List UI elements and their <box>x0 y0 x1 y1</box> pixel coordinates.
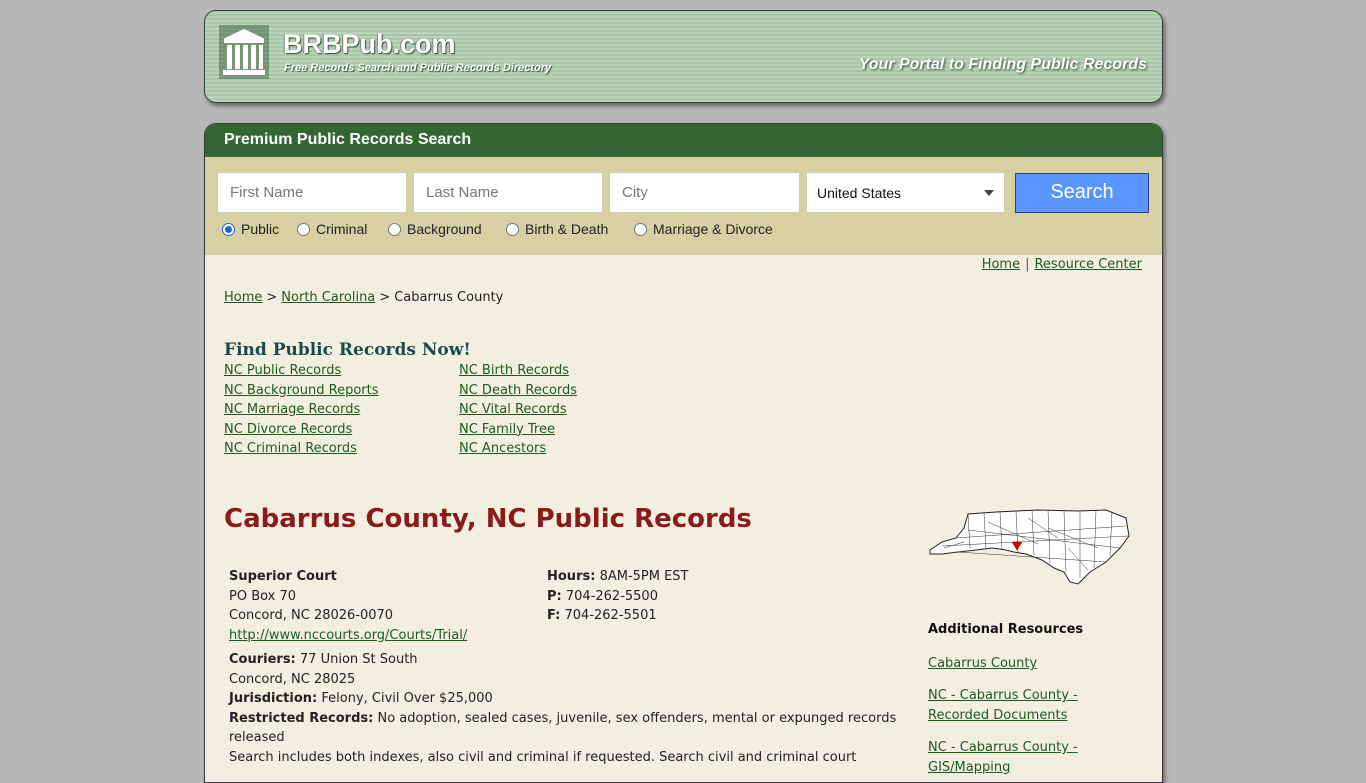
search-button[interactable]: Search <box>1015 173 1149 213</box>
record-link[interactable]: NC Vital Records <box>459 402 567 417</box>
couriers-value: 77 Union St South <box>299 652 418 667</box>
record-link[interactable]: NC Ancestors <box>459 441 546 456</box>
hours-label: Hours: <box>547 569 596 584</box>
restricted-label: Restricted Records: <box>229 710 374 726</box>
site-banner: BRBPub.com Free Records Search and Publi… <box>204 10 1163 103</box>
radio-button[interactable] <box>506 222 519 236</box>
list-item: NC Marriage Records <box>224 402 379 422</box>
radio-label: Marriage & Divorce <box>653 221 773 237</box>
fax-value: 704-262-5501 <box>564 608 657 623</box>
resource-link[interactable]: NC - Cabarrus County - GIS/Mapping <box>928 740 1078 775</box>
list-item: NC Divorce Records <box>224 422 379 442</box>
brand-subtitle: Free Records Search and Public Records D… <box>284 62 552 74</box>
additional-resources-list: Cabarrus County NC - Cabarrus County - R… <box>928 654 1128 782</box>
phone-label: P: <box>547 588 562 604</box>
country-select[interactable]: United States <box>806 172 1005 213</box>
radio-button[interactable] <box>297 222 310 236</box>
main-panel: Premium Public Records Search United Sta… <box>204 123 1163 783</box>
radio-label: Criminal <box>316 221 368 237</box>
list-item: NC - Cabarrus County - Recorded Document… <box>928 686 1128 726</box>
radio-birth-death[interactable]: Birth & Death <box>506 221 608 237</box>
list-item: NC Death Records <box>459 383 577 403</box>
court-extra-info: Couriers: 77 Union St South Concord, NC … <box>229 650 919 767</box>
link-separator: | <box>1025 257 1030 272</box>
court-address-block: Superior Court PO Box 70 Concord, NC 280… <box>229 567 529 645</box>
tagline: Your Portal to Finding Public Records <box>858 56 1147 73</box>
radio-criminal[interactable]: Criminal <box>297 221 367 237</box>
record-link[interactable]: NC Death Records <box>459 383 577 398</box>
record-link[interactable]: NC Birth Records <box>459 363 569 378</box>
sidebar: Additional Resources Cabarrus County NC … <box>928 508 1138 775</box>
record-link[interactable]: NC Background Reports <box>224 383 379 398</box>
couriers-label: Couriers: <box>229 652 296 667</box>
court-name: Superior Court <box>229 569 337 584</box>
record-link[interactable]: NC Criminal Records <box>224 441 357 456</box>
radio-label: Birth & Death <box>525 221 609 237</box>
top-links: Home | Resource Center <box>982 257 1142 272</box>
country-select-value: United States <box>817 185 902 201</box>
radio-button-checked[interactable] <box>222 222 235 236</box>
find-records-list-left: NC Public Records NC Background Reports … <box>224 363 379 461</box>
find-records-title: Find Public Records Now! <box>224 340 471 360</box>
resource-link[interactable]: Cabarrus County <box>928 656 1037 671</box>
search-heading: Premium Public Records Search <box>205 124 1162 157</box>
find-records-list-right: NC Birth Records NC Death Records NC Vit… <box>459 363 577 461</box>
additional-resources-title: Additional Resources <box>928 622 1084 637</box>
breadcrumb-state[interactable]: North Carolina <box>281 290 375 305</box>
record-link[interactable]: NC Divorce Records <box>224 422 352 437</box>
jurisdiction-label: Jurisdiction: <box>229 691 318 706</box>
record-link[interactable]: NC Family Tree <box>459 422 555 437</box>
search-note: Search includes both indexes, also civil… <box>229 749 857 765</box>
court-website-link[interactable]: http://www.nccourts.org/Courts/Trial/ <box>229 628 467 643</box>
record-link[interactable]: NC Marriage Records <box>224 402 360 417</box>
radio-button[interactable] <box>388 222 401 236</box>
breadcrumb: Home > North Carolina > Cabarrus County <box>224 290 503 305</box>
breadcrumb-separator: > <box>266 290 278 305</box>
resource-center-link[interactable]: Resource Center <box>1034 257 1142 272</box>
couriers-city: Concord, NC 28025 <box>229 671 356 687</box>
record-link[interactable]: NC Public Records <box>224 363 341 378</box>
courthouse-icon[interactable] <box>219 25 269 79</box>
radio-background[interactable]: Background <box>388 221 482 237</box>
nc-county-map-icon <box>929 509 1130 585</box>
city-input[interactable] <box>609 172 800 213</box>
jurisdiction-value: Felony, Civil Over $25,000 <box>321 691 493 706</box>
hours-value: 8AM-5PM EST <box>599 569 689 584</box>
page-title: Cabarrus County, NC Public Records <box>224 504 752 534</box>
list-item: NC Criminal Records <box>224 441 379 461</box>
radio-button[interactable] <box>634 222 647 236</box>
breadcrumb-separator: > <box>379 290 391 305</box>
list-item: NC Family Tree <box>459 422 577 442</box>
first-name-input[interactable] <box>217 172 407 213</box>
radio-label: Public <box>241 221 280 237</box>
resource-link[interactable]: NC - Cabarrus County - Recorded Document… <box>928 688 1078 723</box>
search-form: United States Search Public Criminal Bac… <box>205 157 1162 255</box>
breadcrumb-current: Cabarrus County <box>394 290 504 305</box>
brand-name[interactable]: BRBPub.com <box>283 29 456 60</box>
breadcrumb-home[interactable]: Home <box>224 290 262 305</box>
list-item: NC Birth Records <box>459 363 577 383</box>
court-address-line2: Concord, NC 28026-0070 <box>229 608 394 623</box>
list-item: NC Ancestors <box>459 441 577 461</box>
list-item: NC Public Records <box>224 363 379 383</box>
list-item: NC - Cabarrus County - GIS/Mapping <box>928 738 1128 778</box>
list-item: Cabarrus County <box>928 654 1128 674</box>
chevron-down-icon <box>984 190 994 196</box>
list-item: NC Vital Records <box>459 402 577 422</box>
list-item: NC Background Reports <box>224 383 379 403</box>
radio-public[interactable]: Public <box>222 221 279 237</box>
home-link[interactable]: Home <box>982 257 1020 272</box>
fax-label: F: <box>547 608 561 623</box>
phone-value: 704-262-5500 <box>565 588 658 604</box>
court-contact-block: Hours: 8AM-5PM EST P: 704-262-5500 F: 70… <box>547 567 847 626</box>
last-name-input[interactable] <box>413 172 603 213</box>
radio-marriage-divorce[interactable]: Marriage & Divorce <box>634 221 773 237</box>
radio-label: Background <box>407 221 482 237</box>
court-address-line1: PO Box 70 <box>229 588 297 604</box>
